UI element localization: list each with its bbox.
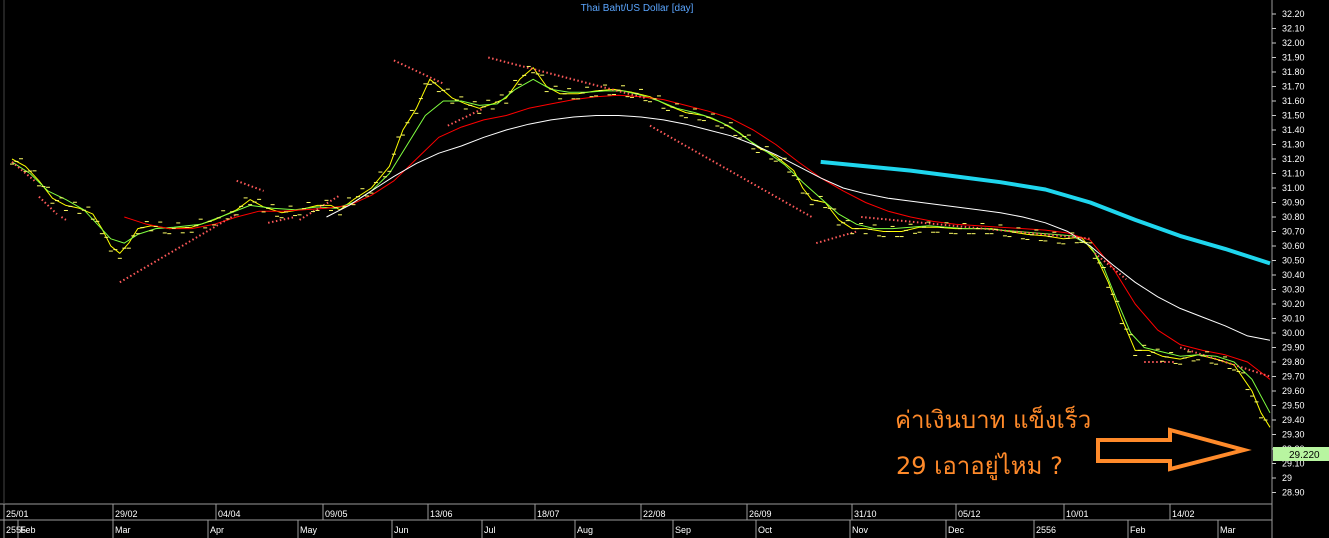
x-tick-label-top: 14/02 [1172, 509, 1195, 519]
y-tick-label: 31.20 [1282, 154, 1305, 164]
x-tick-label-bottom: Feb [1130, 525, 1146, 535]
x-tick-label-top: 29/02 [115, 509, 138, 519]
x-tick-label-top: 04/04 [218, 509, 241, 519]
y-tick-label: 32.10 [1282, 24, 1305, 34]
y-tick-label: 28.90 [1282, 488, 1305, 498]
chart-title: Thai Baht/US Dollar [day] [581, 3, 694, 14]
last-price-label: 29.220 [1289, 450, 1320, 461]
y-tick-label: 30.30 [1282, 285, 1305, 295]
annotation-line-1: ค่าเงินบาท แข็งเร็ว [895, 405, 1091, 434]
x-tick-label-top: 22/08 [643, 509, 666, 519]
y-tick-label: 30.50 [1282, 256, 1305, 266]
y-tick-label: 31.10 [1282, 169, 1305, 179]
y-tick-label: 30.70 [1282, 227, 1305, 237]
y-tick-label: 31.80 [1282, 67, 1305, 77]
y-tick-label: 31.40 [1282, 125, 1305, 135]
x-tick-label-bottom: Sep [675, 525, 691, 535]
x-tick-label-bottom: Jun [394, 525, 409, 535]
x-tick-label-bottom: Nov [852, 525, 869, 535]
y-tick-label: 31.60 [1282, 96, 1305, 106]
y-tick-label: 31.30 [1282, 140, 1305, 150]
x-tick-label-top: 10/01 [1066, 509, 1089, 519]
y-tick-label: 32.20 [1282, 9, 1305, 19]
y-tick-label: 30.90 [1282, 198, 1305, 208]
x-tick-label-bottom: Mar [1220, 525, 1236, 535]
y-tick-label: 30.40 [1282, 270, 1305, 280]
y-tick-label: 31.00 [1282, 183, 1305, 193]
x-tick-label-bottom: May [300, 525, 318, 535]
x-tick-label-bottom: 2556 [1036, 525, 1056, 535]
y-tick-label: 29.50 [1282, 401, 1305, 411]
y-tick-label: 29.90 [1282, 343, 1305, 353]
y-tick-label: 29.30 [1282, 430, 1305, 440]
x-tick-label-top: 09/05 [325, 509, 348, 519]
x-tick-label-bottom: Feb [20, 525, 36, 535]
x-tick-label-bottom: Oct [758, 525, 773, 535]
x-tick-label-bottom: Jul [484, 525, 496, 535]
x-tick-label-top: 31/10 [854, 509, 877, 519]
x-tick-label-bottom: Dec [948, 525, 965, 535]
y-tick-label: 30.60 [1282, 241, 1305, 251]
y-tick-label: 30.10 [1282, 314, 1305, 324]
annotation-line-2: 29 เอาอยู่ไหม ? [896, 452, 1063, 481]
y-tick-label: 30.20 [1282, 299, 1305, 309]
x-tick-label-bottom: Aug [577, 525, 593, 535]
x-tick-label-top: 18/07 [537, 509, 560, 519]
x-tick-label-bottom: Mar [115, 525, 131, 535]
price-chart: 32.20 32.10 32.00 31.90 31.80 31.70 31.60 31.50… [0, 0, 1329, 538]
x-tick-label-bottom: Apr [210, 525, 224, 535]
x-tick-label-top: 26/09 [749, 509, 772, 519]
y-tick-label: 29 [1282, 473, 1292, 483]
y-tick-label: 32.00 [1282, 38, 1305, 48]
x-tick-label-top: 05/12 [958, 509, 981, 519]
y-tick-label: 31.50 [1282, 111, 1305, 121]
x-tick-label-top: 13/06 [430, 509, 453, 519]
chart-background [0, 0, 1329, 538]
y-tick-label: 31.70 [1282, 82, 1305, 92]
y-tick-label: 31.90 [1282, 53, 1305, 63]
y-tick-label: 29.40 [1282, 415, 1305, 425]
y-tick-label: 30.80 [1282, 212, 1305, 222]
y-tick-label: 29.80 [1282, 357, 1305, 367]
y-tick-label: 29.60 [1282, 386, 1305, 396]
x-tick-label-top: 25/01 [6, 509, 29, 519]
y-tick-label: 29.70 [1282, 372, 1305, 382]
y-tick-label: 30.00 [1282, 328, 1305, 338]
